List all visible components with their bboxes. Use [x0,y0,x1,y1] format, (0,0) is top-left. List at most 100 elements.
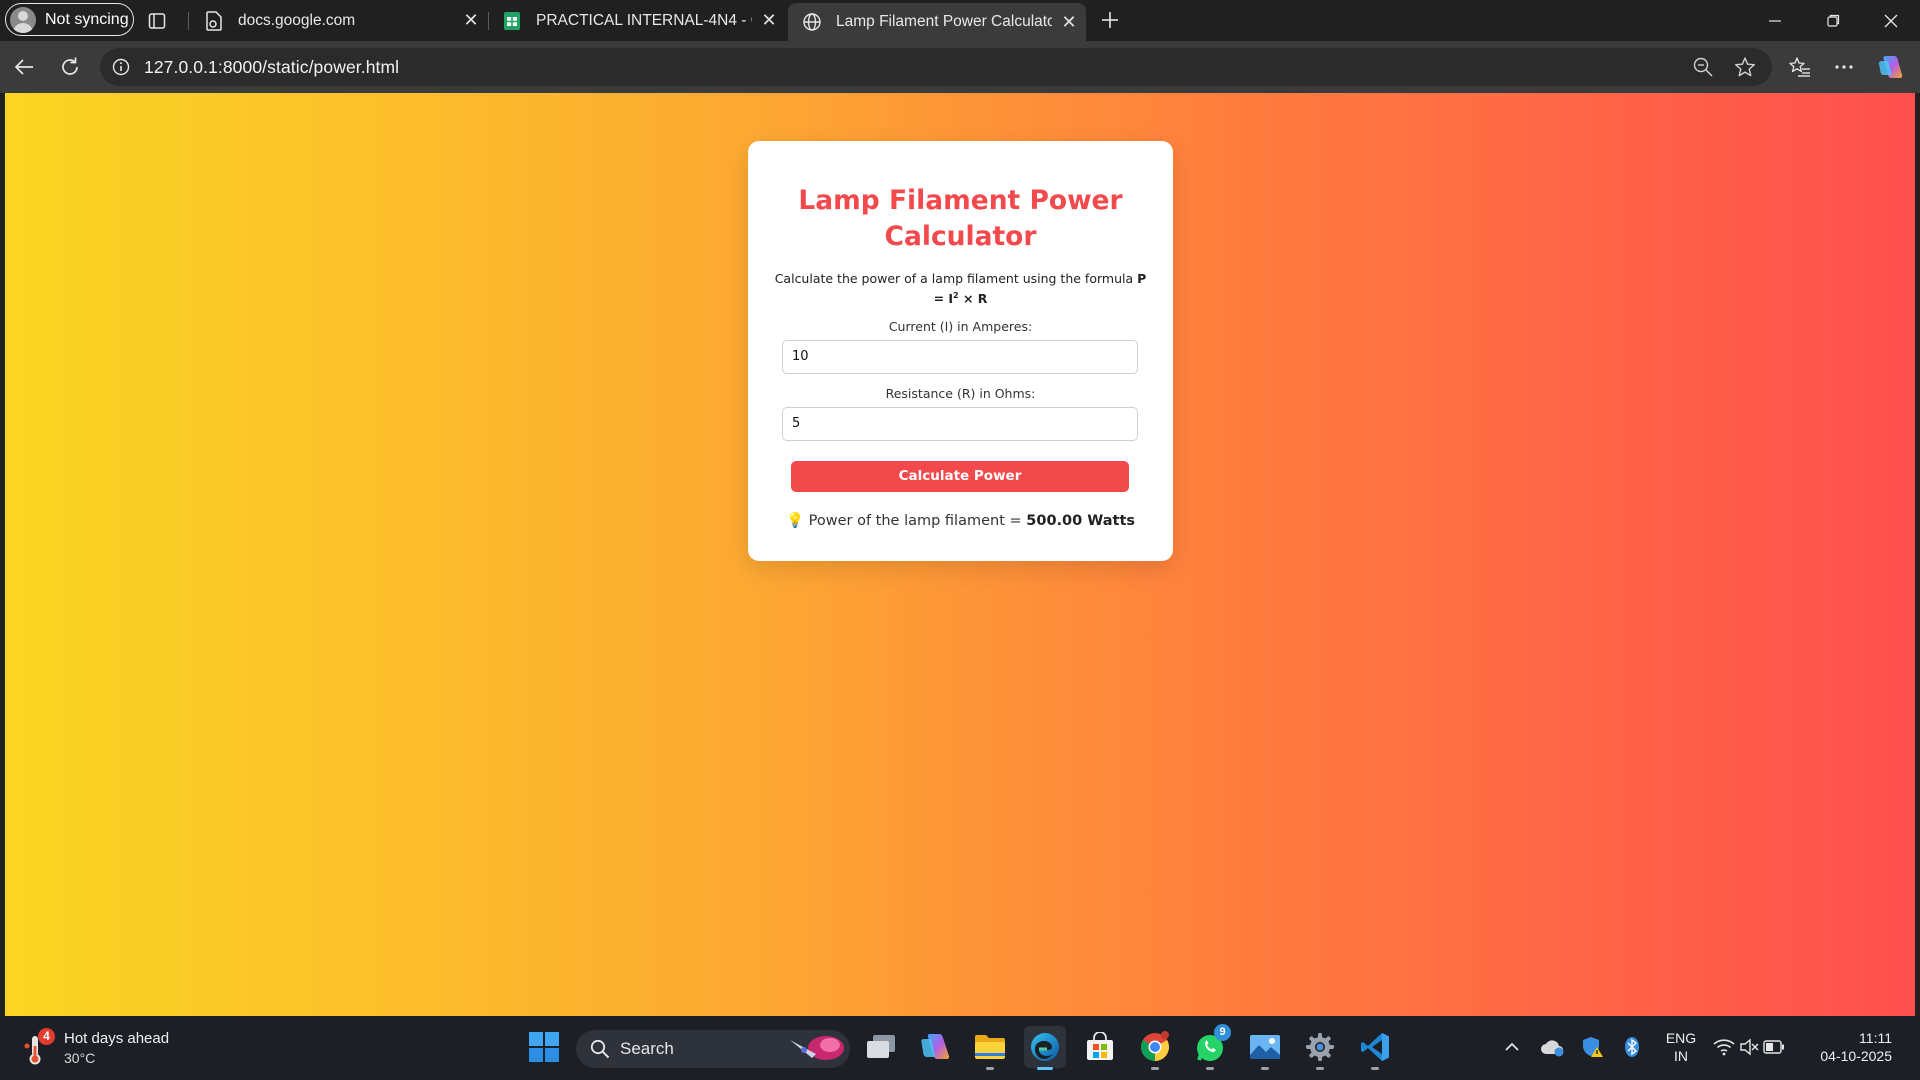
settings-button[interactable] [1299,1026,1341,1070]
running-indicator [1206,1067,1214,1070]
tab-actions-button[interactable] [146,10,168,32]
weather-badge: 4 [38,1028,55,1045]
tab-docs[interactable]: docs.google.com ✕ [190,3,488,38]
weather-title: Hot days ahead [64,1030,170,1047]
clock[interactable]: 11:11 04-10-2025 [1810,1029,1892,1065]
favorites-button[interactable] [1786,53,1814,81]
reload-icon [62,57,78,75]
tab-title: Lamp Filament Power Calculator [836,13,1052,30]
avatar [10,6,36,33]
calculator-card: Lamp Filament Power Calculator Calculate… [748,141,1173,561]
taskbar-search[interactable]: Search [576,1030,850,1068]
tab-power-calculator[interactable]: Lamp Filament Power Calculator ✕ [788,3,1086,41]
tab-title: PRACTICAL INTERNAL-4N4 - Google Sheets [536,11,752,29]
formula-description: Calculate the power of a lamp filament u… [770,270,1151,307]
tab-strip: Not syncing docs.google.com ✕ PRACTICAL … [0,0,1920,41]
edge-button[interactable] [1024,1026,1066,1070]
region-code: IN [1674,1048,1688,1064]
reload-button[interactable] [56,53,84,81]
tab-title: docs.google.com [238,11,356,29]
network-volume-battery-button[interactable] [1712,1026,1786,1068]
lightbulb-icon: 💡 [785,513,805,529]
restore-button[interactable] [1804,0,1862,41]
show-hidden-icons-button[interactable] [1492,1026,1532,1068]
tab-close-icon[interactable]: ✕ [1052,12,1086,33]
new-tab-button[interactable] [1098,8,1122,32]
resistance-input[interactable]: 5 [782,407,1138,441]
weather-widget[interactable]: 4 Hot days ahead 30°C [24,1028,184,1070]
copilot-icon [1878,56,1903,78]
favorite-star-icon[interactable] [1734,56,1756,78]
minimize-button[interactable] [1746,0,1804,41]
close-icon [1884,14,1898,27]
site-info-icon[interactable] [112,58,130,76]
ellipsis-icon [1835,65,1853,69]
wifi-icon [1713,1039,1735,1056]
calculate-power-button[interactable]: Calculate Power [791,461,1129,492]
plus-icon [1102,12,1118,28]
volume-muted-icon [1740,1038,1759,1056]
whatsapp-button[interactable]: 9 [1189,1024,1231,1070]
page-viewport: Lamp Filament Power Calculator Calculate… [5,93,1915,1016]
file-explorer-button[interactable] [969,1026,1011,1070]
running-indicator [1261,1067,1269,1070]
running-indicator [1316,1067,1324,1070]
chrome-button[interactable] [1134,1026,1176,1070]
copilot-app-button[interactable] [915,1026,957,1068]
vscode-button[interactable] [1354,1026,1396,1070]
favorites-list-icon [1789,57,1810,77]
onedrive-tray-button[interactable] [1532,1026,1572,1068]
task-view-button[interactable] [860,1026,902,1068]
current-label: Current (I) in Amperes: [888,319,1033,334]
result-text: 💡 Power of the lamp filament = 500.00 Wa… [748,512,1173,529]
url-text: 127.0.0.1:8000/static/power.html [144,56,400,77]
weather-temp: 30°C [64,1050,96,1066]
tab-separator [188,12,189,30]
photos-button[interactable] [1244,1026,1286,1070]
more-menu-button[interactable] [1830,53,1858,81]
result-label: Power of the lamp filament = [808,513,1022,529]
security-tray-button[interactable] [1572,1026,1612,1068]
edge-icon [1031,1033,1059,1061]
page-title: Lamp Filament Power Calculator [798,185,1123,252]
globe-icon [802,12,822,32]
store-icon [1087,1032,1113,1060]
search-highlight-image [790,1036,844,1060]
vscode-icon [1361,1033,1389,1061]
running-indicator [1151,1067,1159,1070]
profile-label: Not syncing [45,10,129,28]
chevron-up-icon [1505,1042,1519,1051]
page-icon [204,10,224,31]
tab-sheets[interactable]: PRACTICAL INTERNAL-4N4 - Google Sheets ✕ [488,3,786,38]
clock-date: 04-10-2025 [1820,1048,1892,1064]
bluetooth-icon [1625,1037,1639,1057]
chrome-icon [1141,1031,1169,1061]
tab-actions-icon [148,13,166,29]
taskbar: 4 Hot days ahead 30°C Search 9 ENG IN 11… [0,1016,1920,1080]
running-indicator [1037,1067,1053,1070]
google-sheets-icon [502,11,522,31]
store-button[interactable] [1079,1026,1121,1068]
bluetooth-tray-button[interactable] [1612,1026,1652,1068]
address-bar[interactable]: 127.0.0.1:8000/static/power.html [100,48,1772,86]
battery-icon [1763,1040,1784,1054]
whatsapp-badge: 9 [1214,1024,1231,1041]
clock-time: 11:11 [1859,1030,1892,1046]
search-icon [590,1039,610,1059]
tab-close-icon[interactable]: ✕ [752,10,786,31]
zoom-icon[interactable] [1693,57,1713,77]
back-button[interactable] [10,53,38,81]
start-button[interactable] [523,1026,565,1068]
result-value: 500.00 Watts [1026,513,1136,529]
tab-close-icon[interactable]: ✕ [454,10,488,31]
copilot-button[interactable] [1876,52,1906,82]
photos-icon [1250,1035,1280,1059]
restore-icon [1826,14,1839,27]
current-input[interactable]: 10 [782,340,1138,374]
copilot-icon [921,1034,950,1059]
profile-button[interactable]: Not syncing [5,3,134,36]
cloud-icon [1541,1040,1564,1057]
resistance-label: Resistance (R) in Ohms: [885,386,1036,401]
close-window-button[interactable] [1862,0,1920,41]
language-indicator[interactable]: ENG IN [1660,1029,1702,1065]
